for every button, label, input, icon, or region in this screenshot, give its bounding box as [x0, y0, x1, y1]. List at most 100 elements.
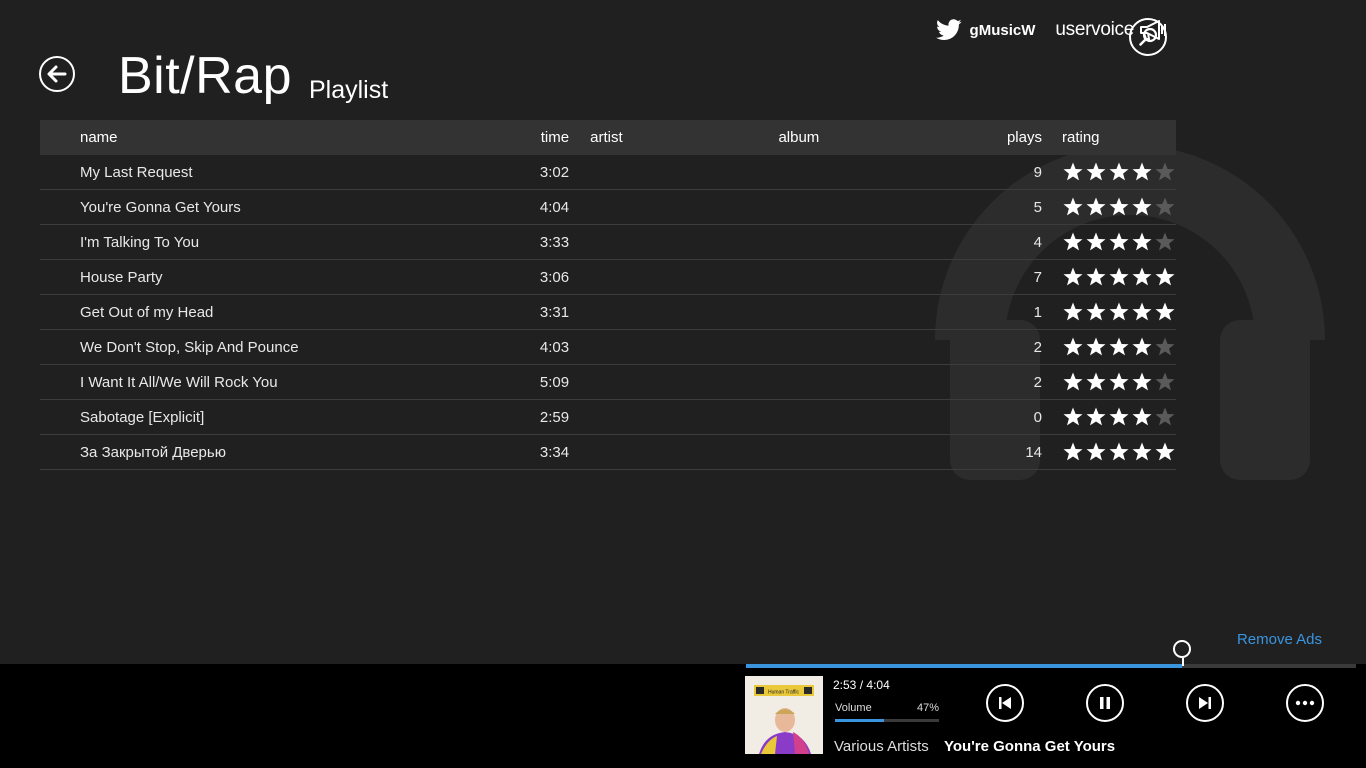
track-time: 3:02 — [462, 155, 570, 190]
star-icon[interactable] — [1131, 371, 1153, 393]
track-artist — [569, 224, 779, 260]
star-icon[interactable] — [1131, 336, 1153, 358]
table-row[interactable]: За Закрытой Дверью 3:34 14 — [40, 434, 1176, 470]
star-icon[interactable] — [1085, 231, 1107, 253]
more-button[interactable] — [1286, 684, 1324, 722]
star-icon[interactable] — [1085, 406, 1107, 428]
back-button[interactable] — [39, 56, 75, 92]
time-separator: / — [859, 678, 864, 692]
star-icon[interactable] — [1062, 161, 1084, 183]
rating-stars — [1062, 266, 1176, 288]
previous-button[interactable] — [986, 684, 1024, 722]
star-icon[interactable] — [1131, 301, 1153, 323]
star-icon[interactable] — [1062, 371, 1084, 393]
star-icon[interactable] — [1062, 196, 1084, 218]
star-icon[interactable] — [1062, 266, 1084, 288]
track-rating — [1042, 294, 1176, 330]
star-icon[interactable] — [1085, 441, 1107, 463]
table-row[interactable]: I Want It All/We Will Rock You 5:09 2 — [40, 364, 1176, 400]
table-row[interactable]: We Don't Stop, Skip And Pounce 4:03 2 — [40, 329, 1176, 365]
star-icon[interactable] — [1062, 336, 1084, 358]
column-header-plays[interactable]: plays — [922, 120, 1042, 155]
column-header-album[interactable]: album — [778, 120, 923, 155]
twitter-link[interactable]: gMusicW — [935, 19, 1036, 41]
star-icon[interactable] — [1108, 266, 1130, 288]
table-row[interactable]: House Party 3:06 7 — [40, 259, 1176, 295]
star-icon[interactable] — [1108, 196, 1130, 218]
volume-slider[interactable] — [835, 719, 939, 722]
column-header-time[interactable]: time — [462, 120, 570, 155]
volume-label: Volume — [835, 702, 872, 714]
star-icon[interactable] — [1085, 371, 1107, 393]
track-rating — [1042, 364, 1176, 400]
table-header-row: name time artist album plays rating — [40, 120, 1176, 155]
star-icon[interactable] — [1154, 406, 1176, 428]
tracks-table: name time artist album plays rating My L… — [40, 120, 1176, 470]
track-name: I'm Talking To You — [40, 224, 463, 260]
star-icon[interactable] — [1108, 441, 1130, 463]
star-icon[interactable] — [1062, 406, 1084, 428]
star-icon[interactable] — [1085, 196, 1107, 218]
track-rating — [1042, 399, 1176, 435]
track-plays: 1 — [922, 294, 1042, 330]
star-icon[interactable] — [1154, 231, 1176, 253]
track-name: I Want It All/We Will Rock You — [40, 364, 463, 400]
star-icon[interactable] — [1154, 161, 1176, 183]
track-artist — [569, 189, 779, 225]
track-time: 3:31 — [462, 294, 570, 330]
track-name: My Last Request — [40, 155, 463, 190]
track-album — [778, 294, 923, 330]
table-row[interactable]: You're Gonna Get Yours 4:04 5 — [40, 189, 1176, 225]
star-icon[interactable] — [1131, 196, 1153, 218]
track-album — [778, 434, 923, 470]
table-row[interactable]: My Last Request 3:02 9 — [40, 155, 1176, 190]
star-icon[interactable] — [1108, 371, 1130, 393]
next-button[interactable] — [1186, 684, 1224, 722]
track-name: We Don't Stop, Skip And Pounce — [40, 329, 463, 365]
star-icon[interactable] — [1062, 301, 1084, 323]
column-header-rating[interactable]: rating — [1042, 120, 1176, 155]
seek-handle[interactable] — [1172, 640, 1191, 666]
track-rating — [1042, 434, 1176, 470]
star-icon[interactable] — [1062, 441, 1084, 463]
star-icon[interactable] — [1085, 301, 1107, 323]
star-icon[interactable] — [1131, 231, 1153, 253]
rating-stars — [1062, 406, 1176, 428]
star-icon[interactable] — [1154, 336, 1176, 358]
star-icon[interactable] — [1108, 301, 1130, 323]
star-icon[interactable] — [1131, 441, 1153, 463]
twitter-handle: gMusicW — [969, 21, 1036, 39]
back-arrow-icon — [47, 65, 67, 83]
star-icon[interactable] — [1085, 161, 1107, 183]
star-icon[interactable] — [1062, 231, 1084, 253]
search-button[interactable] — [1129, 18, 1167, 56]
star-icon[interactable] — [1108, 231, 1130, 253]
cover-title: Human Traffic — [768, 690, 800, 696]
track-rating — [1042, 155, 1176, 190]
star-icon[interactable] — [1108, 406, 1130, 428]
star-icon[interactable] — [1154, 196, 1176, 218]
star-icon[interactable] — [1131, 161, 1153, 183]
table-row[interactable]: Sabotage [Explicit] 2:59 0 — [40, 399, 1176, 435]
track-artist — [569, 329, 779, 365]
star-icon[interactable] — [1085, 266, 1107, 288]
column-header-name[interactable]: name — [40, 120, 463, 155]
rating-stars — [1062, 441, 1176, 463]
star-icon[interactable] — [1154, 301, 1176, 323]
table-row[interactable]: I'm Talking To You 3:33 4 — [40, 224, 1176, 260]
seek-bar[interactable] — [746, 640, 1356, 668]
column-header-artist[interactable]: artist — [569, 120, 779, 155]
star-icon[interactable] — [1154, 371, 1176, 393]
star-icon[interactable] — [1085, 336, 1107, 358]
star-icon[interactable] — [1154, 266, 1176, 288]
star-icon[interactable] — [1131, 406, 1153, 428]
remove-ads-link[interactable]: Remove Ads — [1237, 631, 1322, 648]
star-icon[interactable] — [1108, 161, 1130, 183]
album-cover[interactable]: Human Traffic — [745, 676, 823, 754]
table-row[interactable]: Get Out of my Head 3:31 1 — [40, 294, 1176, 330]
pause-button[interactable] — [1086, 684, 1124, 722]
star-icon[interactable] — [1108, 336, 1130, 358]
star-icon[interactable] — [1154, 441, 1176, 463]
more-icon — [1295, 700, 1315, 706]
star-icon[interactable] — [1131, 266, 1153, 288]
